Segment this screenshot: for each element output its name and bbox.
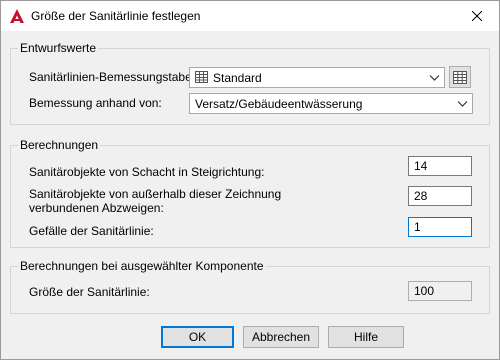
abzweige-label-line2: verbundenen Abzweigen:: [29, 201, 164, 215]
table-select-value: Standard: [213, 71, 262, 85]
title-bar[interactable]: Größe der Sanitärlinie festlegen: [1, 1, 499, 31]
chevron-down-icon: [457, 101, 468, 107]
bemessung-select[interactable]: Versatz/Gebäudeentwässerung: [189, 93, 473, 114]
abzweige-input[interactable]: 28: [408, 186, 472, 206]
group-komponente-title: Berechnungen bei ausgewählter Komponente: [18, 259, 266, 273]
dialog-window: Größe der Sanitärlinie festlegen Entwurf…: [0, 0, 500, 360]
groesse-label: Größe der Sanitärlinie:: [29, 285, 150, 299]
table-select[interactable]: Standard: [189, 67, 445, 88]
table-icon: [195, 71, 208, 83]
schacht-label: Sanitärobjekte von Schacht in Steigricht…: [29, 165, 265, 179]
table-grid-icon: [453, 70, 467, 84]
ok-button[interactable]: OK: [161, 326, 234, 348]
groesse-value: 100: [408, 281, 472, 301]
close-icon: [472, 11, 482, 21]
group-berechnungen-title: Berechnungen: [18, 138, 101, 152]
chevron-down-icon: [429, 75, 440, 81]
gefaelle-input[interactable]: 1: [408, 217, 472, 237]
table-label: Sanitärlinien-Bemessungstabelle:: [29, 70, 208, 84]
gefaelle-label: Gefälle der Sanitärlinie:: [29, 224, 154, 238]
bemessung-select-value: Versatz/Gebäudeentwässerung: [195, 97, 363, 111]
window-title: Größe der Sanitärlinie festlegen: [31, 9, 201, 23]
cancel-button[interactable]: Abbrechen: [243, 326, 319, 348]
close-button[interactable]: [455, 1, 499, 31]
abzweige-label-line1: Sanitärobjekte von außerhalb dieser Zeic…: [29, 187, 282, 201]
group-entwurfswerte-title: Entwurfswerte: [18, 41, 99, 55]
schacht-input[interactable]: 14: [408, 156, 472, 176]
help-button[interactable]: Hilfe: [328, 326, 404, 348]
bemessung-label: Bemessung anhand von:: [29, 96, 162, 110]
autocad-a-icon: [10, 9, 24, 23]
table-editor-button[interactable]: [449, 66, 471, 88]
